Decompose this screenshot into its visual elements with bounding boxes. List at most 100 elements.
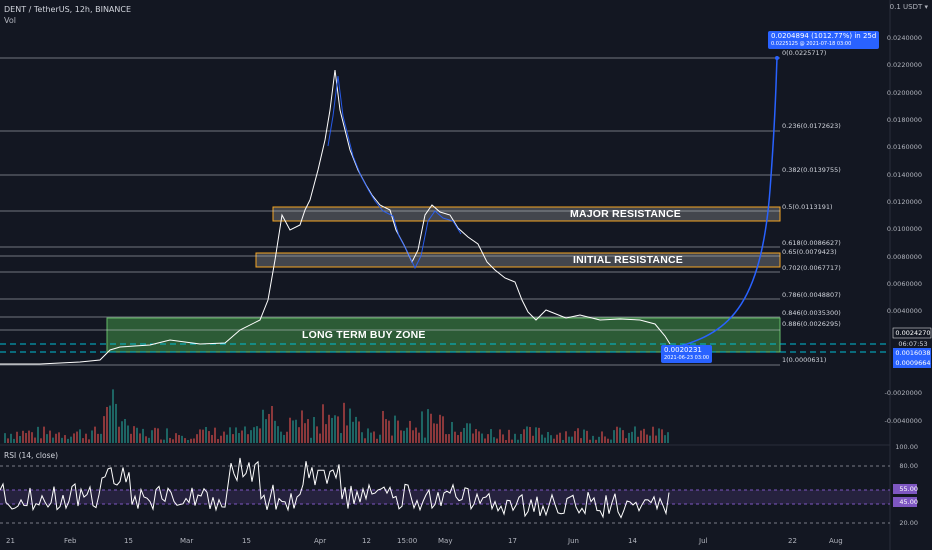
price-tick: 0.0080000 (886, 253, 922, 261)
price-tick: 0.0100000 (886, 225, 922, 233)
volume-bar (106, 406, 108, 443)
volume-bar (313, 417, 315, 443)
volume-bar (190, 438, 192, 443)
rsi-tick: 45.00 (899, 498, 918, 506)
volume-bar (607, 438, 609, 443)
volume-bar (223, 431, 225, 443)
volume-bar (460, 431, 462, 443)
currency-selector[interactable]: 0.1 USDT ▾ (890, 3, 928, 11)
target-callout[interactable]: 0.0204894 (1012.77%) in 25d 0.0225125 @ … (768, 31, 880, 49)
volume-bar (43, 426, 45, 443)
fib-label-846: 0.846(0.0035300) (782, 309, 841, 317)
volume-bar (307, 419, 309, 443)
volume-bar (277, 426, 279, 443)
volume-bar (208, 431, 210, 443)
volume-bar (490, 429, 492, 443)
volume-bar (88, 439, 90, 443)
volume-bar (610, 439, 612, 443)
chart-header: DENT / TetherUS, 12h, BINANCE Vol (4, 4, 131, 26)
volume-bar (205, 426, 207, 443)
initial-resistance-zone (255, 252, 781, 268)
volume-bar (406, 427, 408, 443)
volume-bar (289, 417, 291, 443)
volume-bar (439, 414, 441, 443)
volume-bar (499, 429, 501, 443)
price-tick: 0.0140000 (886, 171, 922, 179)
volume-bars (4, 389, 669, 443)
volume-bar (4, 433, 6, 443)
volume-bar (157, 428, 159, 443)
volume-bar (202, 429, 204, 443)
volume-bar (250, 430, 252, 443)
volume-bar (403, 430, 405, 443)
volume-bar (514, 433, 516, 443)
volume-bar (109, 405, 111, 443)
fib-label-236: 0.236(0.0172623) (782, 122, 841, 130)
volume-bar (256, 426, 258, 443)
date-tick: Apr (314, 537, 327, 545)
volume-bar (322, 404, 324, 443)
volume-bar (274, 420, 276, 443)
volume-bar (154, 427, 156, 443)
date-tick: Jun (568, 537, 579, 545)
volume-bar (484, 438, 486, 443)
projection-curve (667, 57, 778, 351)
symbol-title[interactable]: DENT / TetherUS, 12h, BINANCE (4, 4, 131, 15)
volume-bar (385, 419, 387, 443)
volume-bar (328, 414, 330, 443)
volume-bar (16, 431, 18, 443)
price-tick: 0.0120000 (886, 198, 922, 206)
volume-bar (142, 428, 144, 443)
volume-bar (19, 436, 21, 443)
volume-bar (505, 439, 507, 443)
volume-bar (361, 432, 363, 443)
volume-bar (388, 420, 390, 443)
volume-bar (325, 424, 327, 443)
volume-bar (79, 429, 81, 443)
volume-bar (454, 431, 456, 443)
volume-bar (73, 433, 75, 443)
volume-bar (283, 434, 285, 443)
volume-label[interactable]: Vol (4, 15, 131, 26)
volume-bar (637, 436, 639, 443)
volume-bar (373, 431, 375, 443)
volume-bar (175, 433, 177, 443)
date-tick: May (438, 537, 453, 545)
volume-bar (463, 427, 465, 443)
volume-bar (601, 431, 603, 443)
volume-bar (358, 421, 360, 443)
volume-bar (625, 438, 627, 443)
date-tick: 15 (242, 537, 251, 545)
rsi-indicator-label[interactable]: RSI (14, close) (4, 451, 58, 460)
volume-bar (352, 421, 354, 443)
volume-bar (391, 435, 393, 443)
target-callout-main: 0.0204894 (1012.77%) in 25d (771, 32, 877, 40)
volume-bar (199, 429, 201, 443)
low-callout[interactable]: 0.0020231 2021-06-23 03:00 (661, 345, 713, 363)
volume-bar (226, 434, 228, 443)
rsi-series (0, 457, 670, 519)
volume-bar (58, 432, 60, 443)
fib-label-65: 0.65(0.0079423) (782, 248, 837, 256)
chart-canvas[interactable] (0, 0, 932, 550)
volume-bar (364, 438, 366, 443)
volume-bar (310, 437, 312, 443)
volume-bar (577, 428, 579, 443)
volume-bar (298, 427, 300, 443)
low-callout-sub: 2021-06-23 03:00 (664, 355, 710, 361)
volume-bar (424, 437, 426, 443)
volume-bar (346, 425, 348, 443)
fib-label-382: 0.382(0.0139755) (782, 166, 841, 174)
volume-bar (271, 405, 273, 443)
volume-bar (229, 427, 231, 443)
volume-bar (457, 435, 459, 443)
volume-bar (31, 432, 33, 443)
volume-bar (70, 436, 72, 443)
date-tick: Aug (829, 537, 843, 545)
volume-bar (478, 431, 480, 443)
volume-bar (502, 434, 504, 443)
price-tick: -0.0020000 (884, 389, 923, 397)
volume-bar (508, 429, 510, 443)
blue-price-tag-2: 0.0009664 (895, 359, 931, 367)
volume-bar (34, 437, 36, 443)
